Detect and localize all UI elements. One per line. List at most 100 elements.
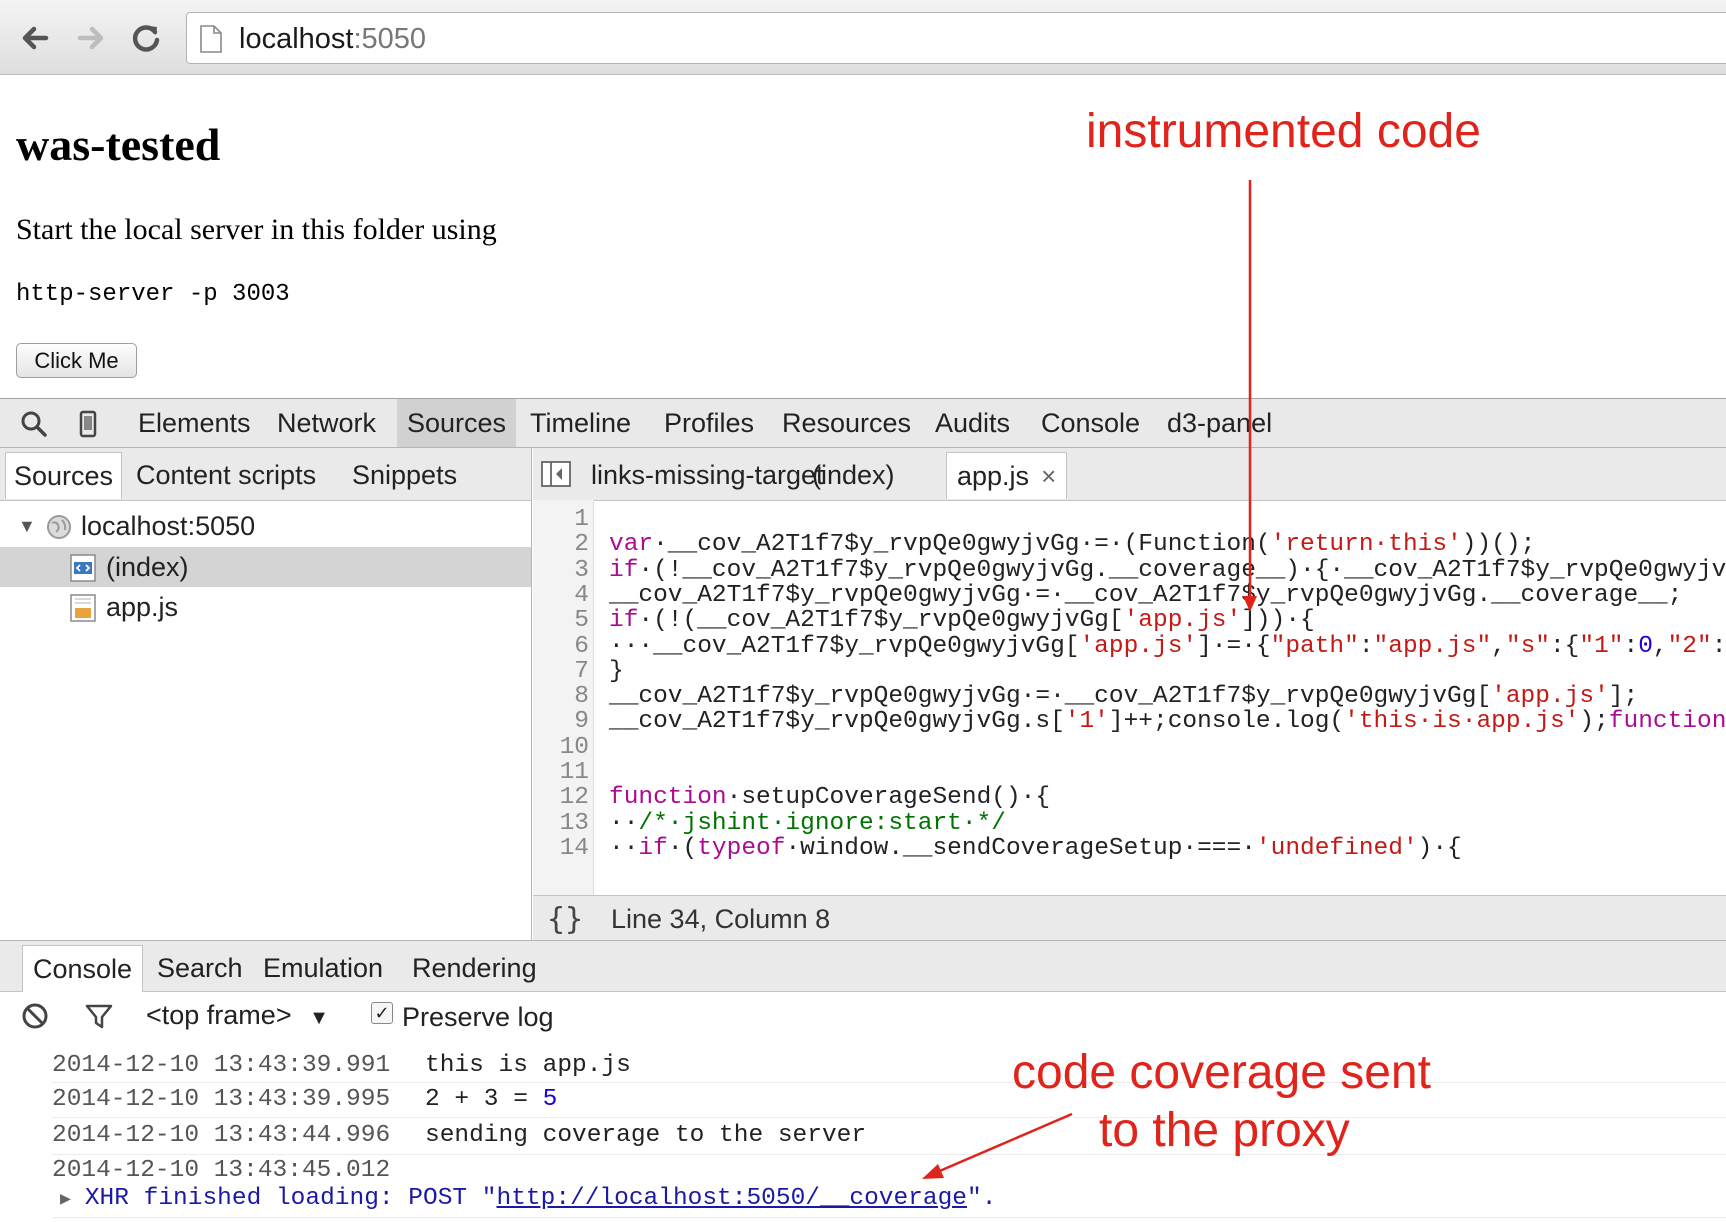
- sources-navigator: Sources Content scripts Snippets ▼ local…: [0, 448, 532, 940]
- html-file-icon: [70, 554, 96, 582]
- tab-d3-panel[interactable]: d3-panel: [1157, 399, 1282, 447]
- code-text: __cov_A2T1f7$y_rvpQe0gwyjvGg·=·__cov_A2T…: [609, 683, 1638, 711]
- tree-item-app-js[interactable]: app.js: [0, 587, 531, 627]
- tree-item-index[interactable]: (index): [0, 547, 531, 587]
- code-token: "app.js": [1373, 632, 1492, 660]
- code-token: );: [1579, 708, 1609, 736]
- line-number[interactable]: 3: [533, 557, 589, 585]
- search-icon[interactable]: [20, 410, 48, 438]
- editor-tab-index[interactable]: (index): [802, 452, 905, 498]
- code-text: __cov_A2T1f7$y_rvpQe0gwyjvGg.s['1']++;co…: [609, 708, 1726, 736]
- editor-tab-label: app.js: [957, 461, 1030, 491]
- navigator-tab-content-scripts[interactable]: Content scripts: [128, 452, 324, 498]
- tab-audits[interactable]: Audits: [925, 399, 1020, 447]
- code-token: ];: [1608, 683, 1639, 711]
- tab-elements[interactable]: Elements: [128, 399, 261, 447]
- annotation-coverage-line2: to the proxy: [1099, 1104, 1350, 1157]
- url-port: :5050: [353, 23, 427, 55]
- line-number[interactable]: 8: [533, 683, 589, 711]
- code-token: if: [638, 834, 668, 862]
- tab-timeline[interactable]: Timeline: [520, 399, 641, 447]
- tab-console[interactable]: Console: [1031, 399, 1150, 447]
- xhr-url-link[interactable]: http://localhost:5050/__coverage: [497, 1185, 967, 1212]
- code-token: "1": [1579, 632, 1624, 660]
- navigator-tab-sources[interactable]: Sources: [5, 452, 123, 499]
- frame-selector-label: <top frame>: [146, 1000, 292, 1030]
- message-text-prefix: 2 + 3 =: [425, 1086, 543, 1113]
- line-number[interactable]: 14: [533, 835, 589, 863]
- filter-icon[interactable]: [84, 1001, 114, 1031]
- navigator-tabs: Sources Content scripts Snippets: [0, 448, 531, 501]
- code-token: ·(: [667, 834, 698, 862]
- line-number[interactable]: 2: [533, 531, 589, 559]
- frame-selector[interactable]: <top frame> ▼: [146, 1000, 329, 1031]
- close-icon[interactable]: ×: [1041, 461, 1056, 491]
- annotation-instrumented-code: instrumented code: [1086, 105, 1481, 158]
- message-text: sending coverage to the server: [425, 1122, 867, 1149]
- code-text: }: [609, 658, 624, 686]
- code-token: __cov_A2T1f7$y_rvpQe0gwyjvGg·=·__cov_A2T…: [609, 581, 1683, 609]
- click-me-button[interactable]: Click Me: [16, 343, 137, 378]
- line-number[interactable]: 7: [533, 658, 589, 686]
- tree-item-localhost[interactable]: ▼ localhost:5050: [0, 506, 531, 546]
- code-token: ·(!__cov_A2T1f7$y_rvpQe0gwyjvGg.__covera…: [638, 556, 1726, 584]
- code-token: ·(!(__cov_A2T1f7$y_rvpQe0gwyjvGg[: [638, 607, 1124, 635]
- editor-tab-links-missing-target[interactable]: links-missing-target: [581, 452, 834, 498]
- drawer-tab-search[interactable]: Search: [147, 945, 253, 991]
- page-icon: [200, 25, 222, 53]
- line-number[interactable]: 6: [533, 633, 589, 661]
- annotation-coverage-line1: code coverage sent: [1012, 1046, 1431, 1099]
- line-number[interactable]: 5: [533, 607, 589, 635]
- forward-arrow-icon[interactable]: [70, 18, 110, 58]
- code-token: )·{: [1417, 834, 1462, 862]
- navigator-tab-snippets[interactable]: Snippets: [344, 452, 465, 498]
- line-number[interactable]: 4: [533, 582, 589, 610]
- tab-network[interactable]: Network: [267, 399, 386, 447]
- tab-resources[interactable]: Resources: [772, 399, 921, 447]
- tab-sources[interactable]: Sources: [397, 399, 517, 447]
- code-token: "s": [1505, 632, 1550, 660]
- xhr-log-entry[interactable]: ▶ XHR finished loading: POST "http://loca…: [60, 1183, 996, 1216]
- expand-triangle-icon[interactable]: ▶: [60, 1190, 71, 1210]
- reload-icon[interactable]: [126, 18, 166, 58]
- browser-toolbar: localhost:5050: [0, 0, 1726, 75]
- page-command: http-server -p 3003: [16, 281, 290, 308]
- editor-tab-app-js[interactable]: app.js ×: [946, 452, 1068, 499]
- code-token: ···__cov_A2T1f7$y_rvpQe0gwyjvGg[: [609, 632, 1080, 660]
- line-number[interactable]: 1: [533, 506, 589, 534]
- line-number[interactable]: 11: [533, 759, 589, 787]
- line-number[interactable]: 10: [533, 734, 589, 762]
- address-bar[interactable]: localhost:5050: [186, 12, 1726, 64]
- back-arrow-icon[interactable]: [16, 18, 56, 58]
- drawer-tab-emulation[interactable]: Emulation: [253, 945, 393, 991]
- code-token: ))();: [1461, 531, 1536, 559]
- line-number[interactable]: 13: [533, 810, 589, 838]
- drawer-tab-console[interactable]: Console: [22, 945, 144, 992]
- pretty-print-icon[interactable]: {}: [547, 902, 583, 937]
- device-mode-icon[interactable]: [74, 410, 102, 438]
- code-text: ··/*·jshint·ignore:start·*/: [609, 810, 1006, 838]
- line-number[interactable]: 9: [533, 708, 589, 736]
- cursor-position: Line 34, Column 8: [611, 904, 831, 934]
- code-token: ·setupCoverageSend()·{: [726, 784, 1051, 812]
- code-token: ··: [609, 809, 639, 837]
- clear-console-icon[interactable]: [20, 1001, 50, 1031]
- console-toolbar: <top frame> ▼ ✓ Preserve log: [0, 992, 1726, 1043]
- message-text: 2 + 3 = 5: [425, 1083, 557, 1117]
- code-token: 'app.js': [1123, 607, 1242, 635]
- tab-profiles[interactable]: Profiles: [654, 399, 764, 447]
- disclosure-triangle-icon[interactable]: ▼: [18, 506, 36, 546]
- js-file-icon: [70, 594, 96, 622]
- message-number: 5: [542, 1086, 558, 1113]
- console-message: 2014-12-10 13:43:45.012 ▶ XHR finished lo…: [52, 1155, 1726, 1218]
- drawer-tab-rendering[interactable]: Rendering: [402, 945, 547, 991]
- console-message: 2014-12-10 13:43:39.995 2 + 3 = 5: [52, 1083, 1726, 1118]
- line-number[interactable]: 12: [533, 784, 589, 812]
- code-token: if: [609, 556, 639, 584]
- url-text: localhost:5050: [239, 22, 426, 56]
- toggle-navigator-icon[interactable]: [541, 461, 571, 487]
- code-token: :{: [1549, 632, 1580, 660]
- tree-item-label: app.js: [106, 592, 179, 622]
- code-area[interactable]: 1 2 var·__cov_A2T1f7$y_rvpQe0gwyjvGg·=·(Fu…: [533, 500, 1726, 895]
- preserve-log-checkbox[interactable]: ✓: [371, 1002, 393, 1024]
